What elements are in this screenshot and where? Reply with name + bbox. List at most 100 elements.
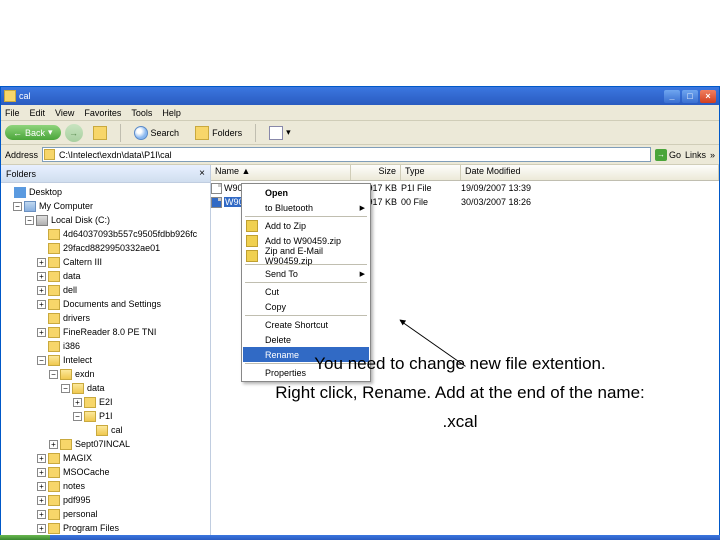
annotation-line1: You need to change new file extention. <box>220 350 700 379</box>
folder-icon <box>48 495 60 506</box>
back-button[interactable]: ← Back ▾ <box>5 125 61 140</box>
menu-file[interactable]: File <box>5 108 20 118</box>
expand-icon[interactable]: + <box>37 510 46 519</box>
ctx-cut[interactable]: Cut <box>243 284 369 299</box>
tree-item[interactable]: E2I <box>99 397 113 407</box>
menu-edit[interactable]: Edit <box>30 108 46 118</box>
col-date[interactable]: Date Modified <box>461 165 719 180</box>
tree-item[interactable]: Documents and Settings <box>63 299 161 309</box>
toolbar: ← Back ▾ → Search Folders ▾ <box>1 121 719 145</box>
tree-item[interactable]: FineReader 8.0 PE TNI <box>63 327 156 337</box>
titlebar[interactable]: cal _ □ × <box>1 87 719 105</box>
col-type[interactable]: Type <box>401 165 461 180</box>
tree-item[interactable]: 29facd8829950332ae01 <box>63 243 160 253</box>
ctx-separator <box>245 315 367 316</box>
forward-button[interactable]: → <box>65 124 83 142</box>
tree-desktop[interactable]: Desktop <box>29 187 62 197</box>
tree-item[interactable]: Intelect <box>63 355 92 365</box>
maximize-button[interactable]: □ <box>682 90 698 103</box>
ctx-delete[interactable]: Delete <box>243 332 369 347</box>
tree-item[interactable]: MSOCache <box>63 467 110 477</box>
tree-item[interactable]: pdf995 <box>63 495 91 505</box>
expand-icon[interactable]: + <box>37 496 46 505</box>
folder-tree[interactable]: Desktop −My Computer −Local Disk (C:) 4d… <box>1 183 210 539</box>
tree-item[interactable]: Sept07INCAL <box>75 439 130 449</box>
expand-icon[interactable]: + <box>37 468 46 477</box>
expand-icon[interactable]: + <box>37 328 46 337</box>
expand-icon[interactable]: − <box>73 412 82 421</box>
views-button[interactable]: ▾ <box>263 125 297 141</box>
tree-item[interactable]: data <box>63 271 81 281</box>
annotation-line3: .xcal <box>220 408 700 437</box>
ctx-separator <box>245 216 367 217</box>
window-title: cal <box>19 91 31 101</box>
expand-icon[interactable]: − <box>13 202 22 211</box>
tree-item[interactable]: dell <box>63 285 77 295</box>
expand-icon[interactable]: − <box>49 370 58 379</box>
start-button[interactable] <box>0 535 50 540</box>
close-button[interactable]: × <box>700 90 716 103</box>
tree-item[interactable]: exdn <box>75 369 95 379</box>
ctx-copy[interactable]: Copy <box>243 299 369 314</box>
expand-icon[interactable]: − <box>61 384 70 393</box>
folder-icon <box>48 285 60 296</box>
drive-icon <box>36 215 48 226</box>
tree-item[interactable]: notes <box>63 481 85 491</box>
tree-item[interactable]: data <box>87 383 105 393</box>
folder-open-icon <box>48 355 60 366</box>
expand-icon[interactable]: + <box>37 524 46 533</box>
folder-icon <box>48 341 60 352</box>
go-button[interactable]: →Go <box>655 149 681 161</box>
explorer-window: cal _ □ × File Edit View Favorites Tools… <box>0 86 720 540</box>
ctx-bluetooth[interactable]: to Bluetooth▶ <box>243 200 369 215</box>
expand-icon[interactable]: − <box>25 216 34 225</box>
folder-icon <box>48 299 60 310</box>
taskbar[interactable] <box>0 535 720 540</box>
expand-icon[interactable]: + <box>37 300 46 309</box>
tree-item[interactable]: Program Files <box>63 523 119 533</box>
expand-icon[interactable]: + <box>37 454 46 463</box>
folders-close-button[interactable]: × <box>199 168 205 179</box>
ctx-open[interactable]: Open <box>243 185 369 200</box>
menu-tools[interactable]: Tools <box>131 108 152 118</box>
ctx-sendto[interactable]: Send To▶ <box>243 266 369 281</box>
tree-item[interactable]: Caltern III <box>63 257 102 267</box>
expand-icon[interactable]: + <box>37 258 46 267</box>
folders-button[interactable]: Folders <box>189 125 248 141</box>
expand-icon[interactable]: + <box>37 482 46 491</box>
tree-item[interactable]: P1I <box>99 411 113 421</box>
up-button[interactable] <box>87 125 113 141</box>
tree-item[interactable]: i386 <box>63 341 80 351</box>
expand-icon[interactable]: − <box>37 356 46 365</box>
search-button[interactable]: Search <box>128 125 186 141</box>
ctx-zipemail[interactable]: Zip and E-Mail W90459.zip <box>243 248 369 263</box>
ctx-shortcut[interactable]: Create Shortcut <box>243 317 369 332</box>
tree-item[interactable]: MAGIX <box>63 453 92 463</box>
ctx-separator <box>245 282 367 283</box>
tree-item[interactable]: drivers <box>63 313 90 323</box>
ctx-addzip[interactable]: Add to Zip <box>243 218 369 233</box>
tree-item-current[interactable]: cal <box>111 425 123 435</box>
expand-icon[interactable]: + <box>49 440 58 449</box>
tree-localc[interactable]: Local Disk (C:) <box>51 215 110 225</box>
minimize-button[interactable]: _ <box>664 90 680 103</box>
tree-mycomputer[interactable]: My Computer <box>39 201 93 211</box>
folder-icon <box>48 327 60 338</box>
links-chevron-icon[interactable]: » <box>710 150 715 160</box>
expand-icon[interactable]: + <box>37 272 46 281</box>
file-icon <box>211 183 222 194</box>
zip-icon <box>246 220 258 232</box>
col-name[interactable]: Name ▲ <box>211 165 351 180</box>
file-date: 19/09/2007 13:39 <box>461 183 719 193</box>
expand-icon[interactable]: + <box>73 398 82 407</box>
links-label[interactable]: Links <box>685 150 706 160</box>
col-size[interactable]: Size <box>351 165 401 180</box>
tree-item[interactable]: personal <box>63 509 98 519</box>
tree-item[interactable]: 4d64037093b557c9505fdbb926fc <box>63 229 197 239</box>
address-input[interactable] <box>42 147 651 162</box>
list-header: Name ▲ Size Type Date Modified <box>211 165 719 181</box>
menu-help[interactable]: Help <box>162 108 181 118</box>
menu-favorites[interactable]: Favorites <box>84 108 121 118</box>
expand-icon[interactable]: + <box>37 286 46 295</box>
menu-view[interactable]: View <box>55 108 74 118</box>
